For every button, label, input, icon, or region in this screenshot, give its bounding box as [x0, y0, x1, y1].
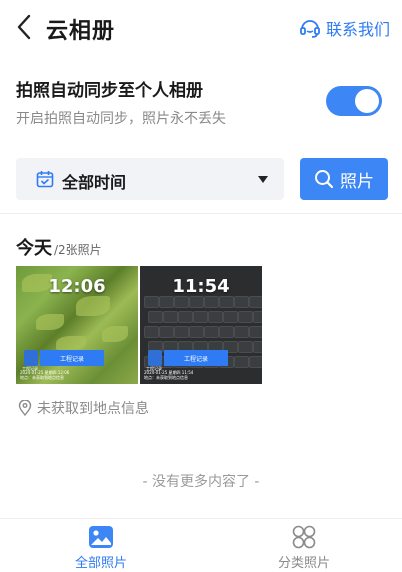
time-range-select[interactable]: 全部时间 — [16, 158, 284, 200]
chevron-left-icon — [17, 14, 31, 40]
tab-all-photos-label: 全部照片 — [74, 556, 127, 571]
keyboard-key — [238, 311, 253, 323]
keyboard-key — [249, 296, 262, 308]
keyboard-key — [234, 296, 249, 308]
keyboard-key — [178, 311, 193, 323]
keyboard-key — [144, 326, 159, 338]
keyboard-key — [189, 296, 204, 308]
location-pin-icon — [18, 400, 32, 416]
watermark-logo — [24, 350, 38, 366]
photo-thumbnail[interactable]: 11:54 工程记录 工程记录 2024-01-25 星期四 11:54 地点：… — [140, 266, 262, 384]
keyboard-key — [159, 296, 174, 308]
watermark-record-label: 工程记录 — [40, 350, 104, 366]
auto-sync-section: 拍照自动同步至个人相册 开启拍照自动同步，照片永不丢失 — [0, 56, 402, 136]
page-title: 云相册 — [46, 19, 116, 44]
keyboard-key — [204, 296, 219, 308]
foliage-shape — [102, 326, 128, 342]
watermark-meta-line: 地点：未获取到地点信息 — [144, 375, 188, 380]
auto-sync-subtitle: 开启拍照自动同步，照片永不丢失 — [16, 111, 226, 127]
keyboard-key — [174, 296, 189, 308]
keyboard-key — [159, 326, 174, 338]
toggle-knob — [355, 89, 379, 113]
keyboard-key — [219, 326, 234, 338]
auto-sync-toggle[interactable] — [326, 86, 382, 116]
keyboard-key — [144, 296, 159, 308]
date-section-header: 今天 /2张照片 — [16, 234, 102, 260]
watermark-meta: 2024-01-25 星期四 11:54 地点：未获取到地点信息 — [144, 370, 193, 380]
headset-icon — [300, 20, 320, 38]
bottom-tab-bar: 全部照片 分类照片 — [0, 518, 402, 572]
calendar-icon — [36, 171, 54, 188]
photo-thumbnail[interactable]: 12:06 工程记录 工程记录 2024-01-25 星期四 12:06 地点：… — [16, 266, 138, 384]
photo-watermark-time: 12:06 — [48, 276, 106, 297]
date-section-day: 今天 — [16, 238, 52, 259]
search-icon — [315, 170, 334, 189]
location-info: 未获取到地点信息 — [18, 398, 149, 418]
tab-category-photos[interactable]: 分类照片 — [244, 525, 364, 571]
watermark-meta: 2024-01-25 星期四 12:06 地点：未获取到地点信息 — [20, 370, 69, 380]
foliage-shape — [56, 336, 86, 350]
filter-bar: 全部时间 照片 — [0, 136, 402, 214]
photo-search-button[interactable]: 照片 — [300, 158, 388, 200]
time-range-label: 全部时间 — [62, 173, 127, 192]
keyboard-key — [223, 311, 238, 323]
keyboard-key — [204, 326, 219, 338]
keyboard-key — [208, 311, 223, 323]
contact-us-button[interactable]: 联系我们 — [299, 16, 390, 40]
category-icon — [292, 525, 316, 549]
no-more-content: - 没有更多内容了 - — [142, 474, 260, 490]
foliage-shape — [36, 314, 64, 330]
location-text: 未获取到地点信息 — [37, 401, 149, 417]
auto-sync-title: 拍照自动同步至个人相册 — [16, 81, 203, 101]
keyboard-key — [234, 356, 249, 368]
keyboard-key — [219, 296, 234, 308]
watermark-record-label: 工程记录 — [164, 350, 228, 366]
photo-icon — [89, 526, 113, 548]
watermark-meta-line: 地点：未获取到地点信息 — [20, 375, 64, 380]
keyboard-key — [249, 326, 262, 338]
keyboard-key — [249, 356, 262, 368]
keyboard-key — [189, 326, 204, 338]
back-button[interactable] — [12, 14, 36, 40]
keyboard-key — [238, 341, 253, 353]
keyboard-key — [174, 326, 189, 338]
foliage-shape — [76, 296, 110, 316]
keyboard-key — [193, 311, 208, 323]
tab-all-photos[interactable]: 全部照片 — [41, 525, 161, 571]
keyboard-key — [253, 341, 262, 353]
date-section-count: /2张照片 — [54, 243, 102, 257]
contact-us-label: 联系我们 — [325, 20, 390, 39]
keyboard-key — [148, 311, 163, 323]
watermark-logo — [148, 350, 162, 366]
caret-down-icon — [258, 176, 268, 183]
photo-search-label: 照片 — [340, 171, 374, 192]
tab-category-photos-label: 分类照片 — [277, 556, 330, 571]
keyboard-key — [234, 326, 249, 338]
header-bar: 云相册 联系我们 — [0, 0, 402, 56]
keyboard-key — [253, 311, 262, 323]
photo-watermark-time: 11:54 — [172, 276, 230, 297]
keyboard-key — [163, 311, 178, 323]
